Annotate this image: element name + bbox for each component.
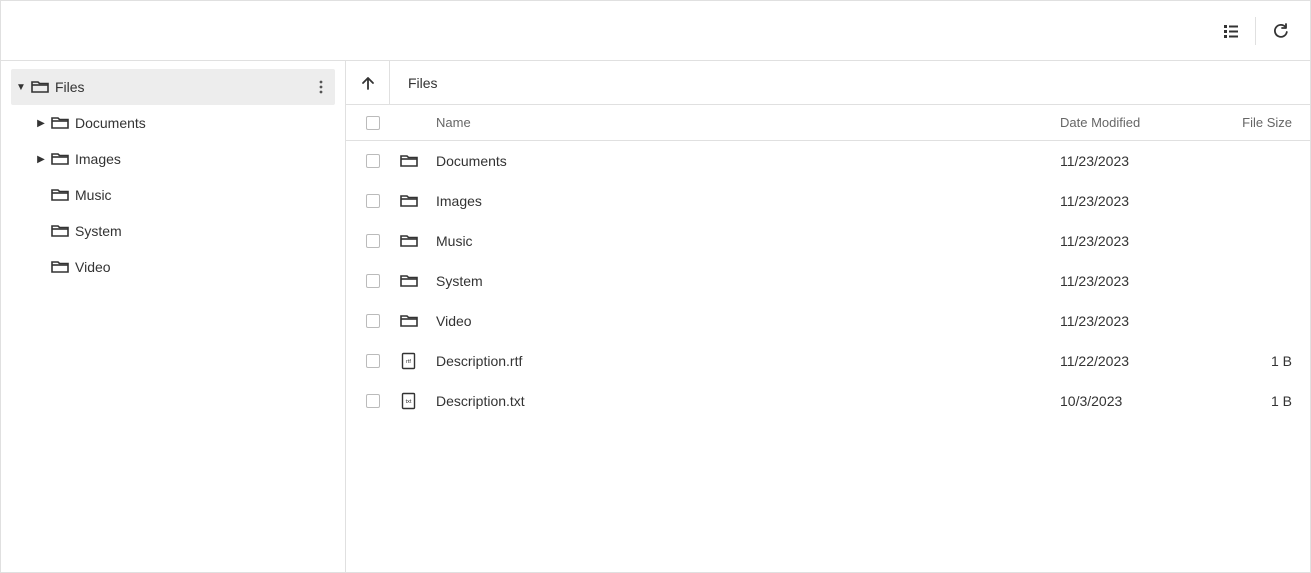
nav-up-button[interactable]	[346, 61, 390, 105]
tree-item-images[interactable]: ▶ Images	[11, 141, 335, 177]
list-item[interactable]: Description.rtf11/22/20231 B	[346, 341, 1310, 381]
tree-item-label: Documents	[75, 115, 146, 131]
list-item[interactable]: Description.txt10/3/20231 B	[346, 381, 1310, 421]
header-date[interactable]: Date Modified	[1060, 115, 1220, 130]
select-all-checkbox[interactable]	[346, 116, 400, 130]
folder-icon	[51, 150, 69, 168]
folder-icon	[51, 114, 69, 132]
tree-item-music[interactable]: ▶ Music	[11, 177, 335, 213]
expand-placeholder: ▶	[31, 190, 51, 201]
toolbar	[1, 1, 1310, 61]
list-item[interactable]: Music11/23/2023	[346, 221, 1310, 261]
tree-item-video[interactable]: ▶ Video	[11, 249, 335, 285]
expand-icon[interactable]: ▶	[31, 154, 51, 165]
tree-item-system[interactable]: ▶ System	[11, 213, 335, 249]
details-view-button[interactable]	[1213, 13, 1249, 49]
row-checkbox[interactable]	[346, 354, 400, 368]
list-item[interactable]: Images11/23/2023	[346, 181, 1310, 221]
item-name: System	[436, 273, 1060, 289]
tree-item-label: System	[75, 223, 122, 239]
item-date: 11/23/2023	[1060, 233, 1220, 249]
more-vertical-icon	[312, 78, 330, 96]
collapse-icon[interactable]: ▼	[11, 82, 31, 93]
row-checkbox[interactable]	[346, 194, 400, 208]
folder-icon	[51, 186, 69, 204]
item-size: 1 B	[1220, 393, 1310, 409]
item-date: 10/3/2023	[1060, 393, 1220, 409]
row-checkbox[interactable]	[346, 314, 400, 328]
column-headers: Name Date Modified File Size	[346, 105, 1310, 141]
arrow-up-icon	[359, 74, 377, 92]
row-checkbox[interactable]	[346, 394, 400, 408]
folder-icon	[400, 152, 418, 170]
header-size[interactable]: File Size	[1220, 115, 1310, 130]
main-panel: Files Name Date Modified File Size Docum…	[346, 61, 1310, 572]
row-checkbox[interactable]	[346, 234, 400, 248]
folder-icon	[51, 222, 69, 240]
item-date: 11/23/2023	[1060, 273, 1220, 289]
refresh-icon	[1271, 22, 1289, 40]
tree-item-documents[interactable]: ▶ Documents	[11, 105, 335, 141]
item-name: Video	[436, 313, 1060, 329]
expand-placeholder: ▶	[31, 226, 51, 237]
item-date: 11/23/2023	[1060, 153, 1220, 169]
row-checkbox[interactable]	[346, 274, 400, 288]
tree-item-label: Files	[55, 79, 85, 95]
tree-item-label: Video	[75, 259, 111, 275]
folder-icon	[400, 192, 418, 210]
file-manager: ▼ Files ▶ Documents ▶ Images ▶ Music ▶ System ▶ V…	[0, 0, 1311, 573]
file-list: Documents11/23/2023Images11/23/2023Music…	[346, 141, 1310, 572]
tree-item-menu-button[interactable]	[307, 78, 335, 96]
path-bar: Files	[346, 61, 1310, 105]
toolbar-separator	[1255, 17, 1256, 45]
breadcrumb-current[interactable]: Files	[390, 75, 438, 91]
item-name: Description.txt	[436, 393, 1060, 409]
item-name: Music	[436, 233, 1060, 249]
folder-tree: ▼ Files ▶ Documents ▶ Images ▶ Music ▶ System ▶ V…	[1, 61, 346, 572]
item-name: Description.rtf	[436, 353, 1060, 369]
expand-placeholder: ▶	[31, 262, 51, 273]
rtf-file-icon	[400, 352, 418, 370]
refresh-button[interactable]	[1262, 13, 1298, 49]
header-name[interactable]: Name	[436, 115, 1060, 130]
folder-icon	[400, 232, 418, 250]
details-view-icon	[1222, 22, 1240, 40]
item-date: 11/22/2023	[1060, 353, 1220, 369]
item-name: Images	[436, 193, 1060, 209]
folder-icon	[400, 312, 418, 330]
tree-root-files[interactable]: ▼ Files	[11, 69, 335, 105]
tree-item-label: Music	[75, 187, 112, 203]
item-size: 1 B	[1220, 353, 1310, 369]
tree-item-label: Images	[75, 151, 121, 167]
item-date: 11/23/2023	[1060, 313, 1220, 329]
folder-icon	[51, 258, 69, 276]
row-checkbox[interactable]	[346, 154, 400, 168]
list-item[interactable]: Documents11/23/2023	[346, 141, 1310, 181]
list-item[interactable]: Video11/23/2023	[346, 301, 1310, 341]
txt-file-icon	[400, 392, 418, 410]
expand-icon[interactable]: ▶	[31, 118, 51, 129]
item-date: 11/23/2023	[1060, 193, 1220, 209]
list-item[interactable]: System11/23/2023	[346, 261, 1310, 301]
folder-icon	[400, 272, 418, 290]
folder-icon	[31, 78, 49, 96]
item-name: Documents	[436, 153, 1060, 169]
